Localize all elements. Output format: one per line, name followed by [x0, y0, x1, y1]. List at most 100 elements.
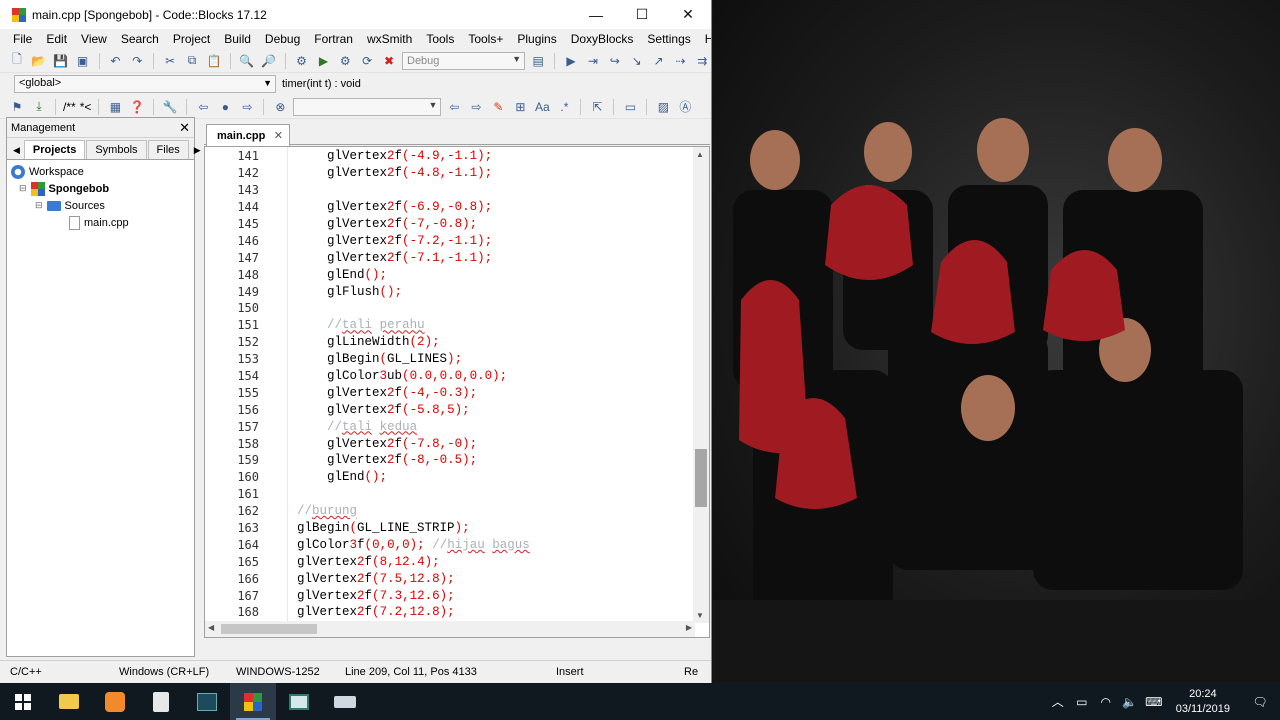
close-icon[interactable]: ✕	[179, 120, 190, 136]
step-out-icon[interactable]: ↗	[650, 52, 668, 70]
match-case-icon[interactable]: Aa	[533, 98, 551, 116]
close-tab-icon[interactable]: ✕	[274, 129, 283, 142]
scroll-left-icon[interactable]: ◀	[208, 623, 214, 632]
document-app-icon[interactable]	[138, 683, 184, 720]
next-line-icon[interactable]: ↪	[606, 52, 624, 70]
horizontal-scroll-thumb[interactable]	[221, 624, 317, 634]
editor-tab-main-cpp[interactable]: main.cpp ✕	[206, 124, 290, 146]
title-bar[interactable]: main.cpp [Spongebob] - Code::Blocks 17.1…	[0, 0, 711, 29]
menu-build[interactable]: Build	[217, 32, 258, 46]
save-icon[interactable]: 💾	[52, 52, 70, 70]
tray-expand-icon[interactable]: ︿	[1046, 693, 1070, 710]
code-line[interactable]: 151 //tali perahu	[205, 317, 693, 334]
collapse-icon[interactable]: ⊟	[19, 183, 27, 194]
html-docs-icon[interactable]: ▦	[106, 98, 124, 116]
code-line[interactable]: 159 glVertex2f(-8,-0.5);	[205, 452, 693, 469]
spreadsheet-app-icon[interactable]	[276, 683, 322, 720]
scroll-up-icon[interactable]: ▲	[696, 150, 704, 159]
code-line[interactable]: 155 glVertex2f(-4,-0.3);	[205, 384, 693, 401]
code-editor[interactable]: 141 glVertex2f(-4.9,-1.1); 142 glVertex2f…	[204, 146, 710, 638]
paint-app-icon[interactable]	[92, 683, 138, 720]
menu-file[interactable]: File	[6, 32, 39, 46]
tab-projects[interactable]: Projects	[23, 140, 86, 159]
tree-item-sources[interactable]: ⊟ Sources	[11, 197, 194, 214]
taskbar-clock[interactable]: 20:24 03/11/2019	[1176, 687, 1230, 717]
run-icon[interactable]: ▶	[315, 52, 333, 70]
start-button[interactable]	[0, 683, 46, 720]
code-line[interactable]: 144 glVertex2f(-6.9,-0.8);	[205, 199, 693, 216]
tree-item-project[interactable]: ⊟ Spongebob	[11, 180, 194, 197]
code-line[interactable]: 147 glVertex2f(-7.1,-1.1);	[205, 249, 693, 266]
search-prev-icon[interactable]: ⇦	[445, 98, 463, 116]
minimize-button[interactable]: —	[573, 0, 619, 29]
menu-wxsmith[interactable]: wxSmith	[360, 32, 419, 46]
file-explorer-icon[interactable]	[46, 683, 92, 720]
code-line[interactable]: 143	[205, 182, 693, 199]
menu-debug[interactable]: Debug	[258, 32, 307, 46]
menu-search[interactable]: Search	[114, 32, 166, 46]
find-icon[interactable]: 🔍	[238, 52, 256, 70]
run-to-cursor-icon[interactable]: ⇥	[584, 52, 602, 70]
code-line[interactable]: 160 glEnd();	[205, 469, 693, 486]
paste-icon[interactable]: 📋	[205, 52, 223, 70]
config-wrench-icon[interactable]: 🔧	[161, 98, 179, 116]
code-line[interactable]: 164 glColor3f(0,0,0); //hijau bagus	[205, 536, 693, 553]
code-line[interactable]: 162 //burung	[205, 503, 693, 520]
scroll-down-icon[interactable]: ▼	[696, 611, 704, 620]
highlight-icon[interactable]: ✎	[489, 98, 507, 116]
code-line[interactable]: 154 glColor3ub(0.0,0.0,0.0);	[205, 368, 693, 385]
incremental-search-input[interactable]: ▼	[293, 97, 442, 116]
next-bookmark-icon[interactable]: ⇨	[238, 98, 256, 116]
tab-files[interactable]: Files	[147, 140, 189, 159]
code-line[interactable]: 167 glVertex2f(7.3,12.6);	[205, 587, 693, 604]
device-app-icon[interactable]	[322, 683, 368, 720]
save-all-icon[interactable]: ▣	[74, 52, 92, 70]
code-line[interactable]: 145 glVertex2f(-7,-0.8);	[205, 216, 693, 233]
code-line[interactable]: 166 glVertex2f(7.5,12.8);	[205, 570, 693, 587]
vertical-scrollbar[interactable]: ▲ ▼	[693, 147, 709, 623]
code-line[interactable]: 142 glVertex2f(-4.8,-1.1);	[205, 165, 693, 182]
build-and-run-icon[interactable]: ⚙	[336, 52, 354, 70]
menu-plugins[interactable]: Plugins	[510, 32, 563, 46]
chm-docs-icon[interactable]: ❓	[128, 98, 146, 116]
code-line[interactable]: 165 glVertex2f(8,12.4);	[205, 553, 693, 570]
prev-bookmark-icon[interactable]: ⇦	[194, 98, 212, 116]
code-line[interactable]: 148 glEnd();	[205, 266, 693, 283]
menu-tools-plus[interactable]: Tools+	[461, 32, 510, 46]
notifications-icon[interactable]: 🗨	[1240, 695, 1280, 709]
build-target-select[interactable]: Debug ▼	[402, 51, 526, 70]
doxy-extract-icon[interactable]: ⤓	[30, 98, 48, 116]
tab-symbols[interactable]: Symbols	[86, 140, 147, 159]
tree-item-workspace[interactable]: Workspace	[11, 163, 194, 180]
doxy-wizard-icon[interactable]: ⚑	[8, 98, 26, 116]
tab-scroll-right-icon[interactable]: ▶	[190, 142, 205, 159]
text-box-icon[interactable]: Ⓐ	[676, 98, 694, 116]
step-instruction-icon[interactable]: ⇉	[693, 52, 711, 70]
step-into-icon[interactable]: ↘	[628, 52, 646, 70]
clear-search-icon[interactable]: ⊗	[271, 98, 289, 116]
menu-edit[interactable]: Edit	[39, 32, 74, 46]
maximize-button[interactable]: ☐	[619, 0, 665, 29]
code-line[interactable]: 146 glVertex2f(-7.2,-1.1);	[205, 232, 693, 249]
wifi-icon[interactable]: ◠	[1094, 695, 1118, 709]
tree-item-main-cpp[interactable]: main.cpp	[11, 214, 194, 231]
collapse-icon[interactable]: ⊟	[35, 200, 43, 211]
codeblocks-taskbar-icon[interactable]	[230, 683, 276, 720]
abort-icon[interactable]: ✖	[380, 52, 398, 70]
replace-icon[interactable]: 🔎	[260, 52, 278, 70]
function-select[interactable]: timer(int t) : void	[282, 78, 361, 90]
image-icon[interactable]: ▨	[654, 98, 672, 116]
menu-help[interactable]: Help	[698, 32, 711, 46]
code-line[interactable]: 156 glVertex2f(-5.8,5);	[205, 401, 693, 418]
new-file-icon[interactable]: 🗋	[8, 52, 26, 70]
selected-text-icon[interactable]: ⊞	[511, 98, 529, 116]
rebuild-icon[interactable]: ⟳	[358, 52, 376, 70]
undo-icon[interactable]: ↶	[107, 52, 125, 70]
battery-icon[interactable]: ▭	[1070, 695, 1094, 709]
menu-view[interactable]: View	[74, 32, 114, 46]
doxy-line-comment-button[interactable]: *<	[80, 100, 92, 114]
terminal-app-icon[interactable]	[184, 683, 230, 720]
redo-icon[interactable]: ↷	[128, 52, 146, 70]
horizontal-scrollbar[interactable]: ◀ ▶	[205, 621, 695, 637]
menu-doxyblocks[interactable]: DoxyBlocks	[564, 32, 641, 46]
